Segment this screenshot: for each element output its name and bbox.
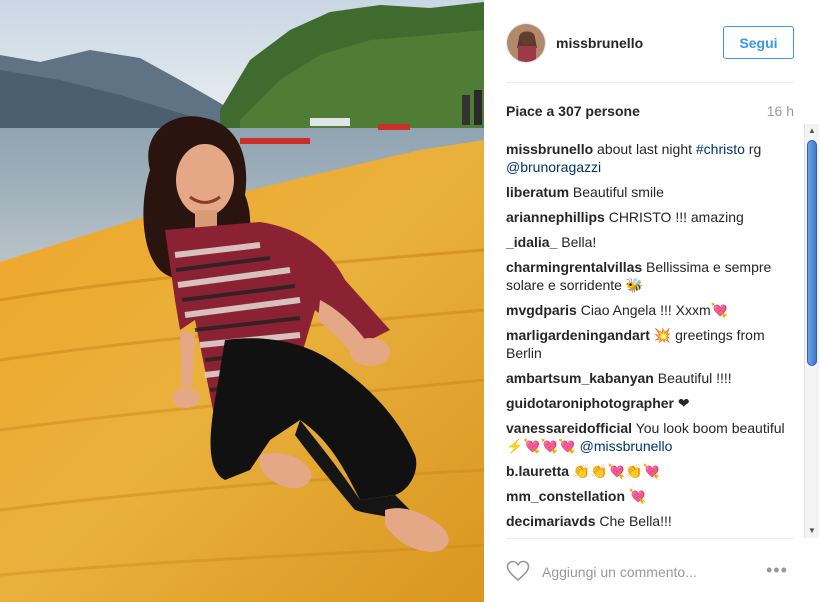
more-options-icon[interactable]: ••• [766,560,788,581]
comments-scrollbar[interactable]: ▲ ▼ [804,124,819,538]
post-photo[interactable] [0,0,484,602]
comments-list: missbrunello about last night #christo r… [506,140,796,535]
post-side-panel: missbrunello Segui Piace a 307 persone 1… [484,0,820,602]
follow-button[interactable]: Segui [723,26,794,59]
add-comment-input[interactable] [542,562,742,582]
header-divider [506,82,794,83]
comment-item: mm_constellation 💘 [506,487,796,505]
comment-username[interactable]: guidotaroniphotographer [506,395,674,411]
comment-item: mvgdparis Ciao Angela !!! Xxxm💘 [506,301,796,319]
hashtag-link[interactable]: #christo [696,141,745,157]
comment-item: b.lauretta 👏👏💘👏💘 [506,462,796,480]
mention-link[interactable]: @brunoragazzi [506,159,601,175]
comment-item: marligardeningandart 💥 greetings from Be… [506,326,796,362]
scroll-down-arrow-icon[interactable]: ▼ [805,524,819,538]
comment-username[interactable]: liberatum [506,184,569,200]
comment-username[interactable]: missbrunello [506,141,593,157]
comment-text: Che Bella!!! [595,513,672,529]
comment-item: liberatum Beautiful smile [506,183,796,201]
comment-text: Beautiful smile [569,184,664,200]
comment-username[interactable]: marligardeningandart [506,327,650,343]
post-header: missbrunello Segui [484,0,804,82]
comment-text: Ciao Angela !!! Xxxm💘 [576,302,729,318]
avatar-image [507,24,545,62]
likes-count[interactable]: Piace a 307 persone [506,103,640,119]
comment-item: guidotaroniphotographer ❤ [506,394,796,412]
comment-username[interactable]: charmingrentalvillas [506,259,642,275]
post-footer: ••• [484,540,804,602]
post-photo-illustration [0,0,484,602]
comment-text: about last night [593,141,696,157]
comment-item: ariannephillips CHRISTO !!! amazing [506,208,796,226]
comment-username[interactable]: vanessareidofficial [506,420,632,436]
comment-text: 💘 [625,488,647,504]
comment-item: ambartsum_kabanyan Beautiful !!!! [506,369,796,387]
comment-username[interactable]: _idalia_ [506,234,557,250]
scroll-up-arrow-icon[interactable]: ▲ [805,124,819,138]
comment-text: ❤ [673,395,690,411]
comment-username[interactable]: mvgdparis [506,302,577,318]
heart-outline-icon[interactable] [506,560,530,582]
comment-text: Beautiful !!!! [653,370,732,386]
comment-username[interactable]: ambartsum_kabanyan [506,370,654,386]
comment-item: vanessareidofficial You look boom beauti… [506,419,796,455]
likes-row: Piace a 307 persone 16 h [506,103,794,121]
post-timestamp[interactable]: 16 h [767,103,794,119]
comment-item: charmingrentalvillas Bellissima e sempre… [506,258,796,294]
comment-username[interactable]: decimariavds [506,513,596,529]
comment-text: Bella! [557,234,597,250]
mention-link[interactable]: @missbrunello [580,438,673,454]
footer-divider [506,538,794,539]
comment-username[interactable]: mm_constellation [506,488,625,504]
comment-item: decimariavds Che Bella!!! [506,512,796,530]
comment-text: 👏👏💘👏💘 [569,463,661,479]
comment-username[interactable]: b.lauretta [506,463,569,479]
comment-item: missbrunello about last night #christo r… [506,140,796,176]
comment-item: _idalia_ Bella! [506,233,796,251]
avatar[interactable] [506,23,546,63]
scrollbar-thumb[interactable] [807,140,817,366]
post-author-username[interactable]: missbrunello [556,35,643,51]
comment-text: rg [744,141,762,157]
comment-username[interactable]: ariannephillips [506,209,605,225]
comment-text: CHRISTO !!! amazing [604,209,744,225]
